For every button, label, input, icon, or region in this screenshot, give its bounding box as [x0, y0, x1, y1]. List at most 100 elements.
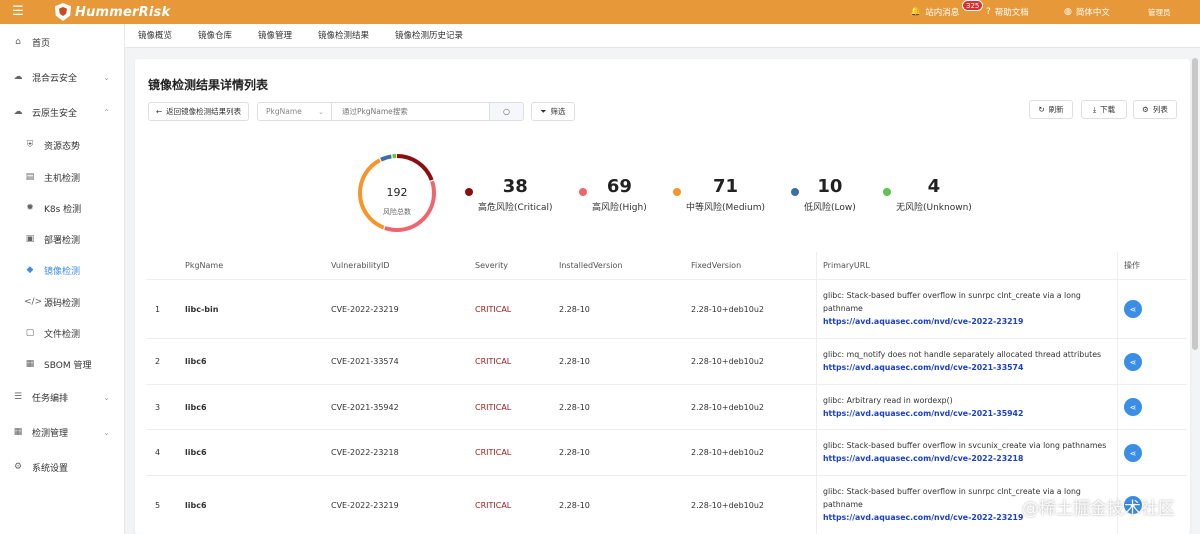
search-field-select[interactable]: PkgName ⌄	[257, 102, 332, 121]
sidebar-item-resource[interactable]: ⛨ 资源态势	[0, 131, 124, 159]
tab-image-results[interactable]: 镜像检测结果	[318, 24, 369, 48]
sidebar-item-hybrid-cloud[interactable]: ☁ 混合云安全 ⌄	[0, 63, 124, 91]
sidebar-item-label: 云原生安全	[32, 108, 78, 119]
table-row[interactable]: 4 libc6 CVE-2022-23218 CRITICAL 2.28-10 …	[147, 430, 1187, 476]
primary-url-link[interactable]: https://avd.aquasec.com/nvd/cve-2022-232…	[823, 315, 1023, 329]
stat-unknown: 4 无风险(Unknown)	[896, 176, 972, 213]
back-button[interactable]: ← 返回镜像检测结果列表	[148, 102, 249, 121]
table-row[interactable]: 3 libc6 CVE-2021-35942 CRITICAL 2.28-10 …	[147, 385, 1187, 430]
vuln-description: glibc: Stack-based buffer overflow in su…	[823, 291, 1081, 313]
sidebar-item-k8s[interactable]: ✹ K8s 检测	[0, 194, 124, 222]
chevron-down-icon: ⌄	[318, 107, 324, 116]
tab-image-overview[interactable]: 镜像概览	[138, 24, 172, 48]
sidebar-item-label: 源码检测	[44, 298, 81, 309]
pkg-name: libc6	[185, 357, 207, 366]
share-icon[interactable]: ⋖	[1124, 300, 1142, 318]
sidebar-item-sbom[interactable]: ▦ SBOM 管理	[0, 350, 124, 378]
installed-version: 2.28-10	[559, 500, 590, 510]
pkg-name: libc-bin	[185, 304, 219, 314]
vuln-description: glibc: Stack-based buffer overflow in sv…	[823, 441, 1107, 450]
sidebar-item-host[interactable]: ▤ 主机检测	[0, 163, 124, 191]
sidebar-item-cloud-native[interactable]: ☁ 云原生安全 ⌃	[0, 98, 124, 126]
pkg-name: libc6	[185, 500, 207, 510]
vertical-scrollbar[interactable]	[1192, 58, 1198, 350]
primary-url-link[interactable]: https://avd.aquasec.com/nvd/cve-2021-335…	[823, 361, 1023, 375]
search-icon: ○	[503, 107, 510, 116]
table-row[interactable]: 2 libc6 CVE-2021-33574 CRITICAL 2.28-10 …	[147, 339, 1187, 385]
stat-medium-value: 71	[712, 176, 739, 197]
stat-high: 69 高风险(High)	[592, 176, 647, 213]
share-icon[interactable]: ⋖	[1124, 444, 1142, 462]
sidebar-item-home[interactable]: ⌂ 首页	[0, 28, 124, 56]
column-header[interactable]: PkgName	[177, 252, 223, 280]
search-input[interactable]	[332, 102, 490, 121]
risk-total: 192	[386, 186, 408, 199]
stat-critical: 38 高危风险(Critical)	[478, 176, 553, 213]
column-header[interactable]: Severity	[467, 252, 508, 280]
hamburger-menu-icon[interactable]: ☰	[10, 4, 26, 20]
messages-link[interactable]: 🔔 站内消息	[910, 0, 959, 24]
sidebar-item-settings[interactable]: ⚙ 系统设置	[0, 453, 124, 481]
columns-label: 列表	[1152, 105, 1168, 114]
stat-unknown-value: 4	[927, 176, 941, 197]
help-link[interactable]: ? 帮助文档	[986, 0, 1029, 24]
share-icon[interactable]: ⋖	[1124, 353, 1142, 371]
columns-button[interactable]: ⚙ 列表	[1133, 100, 1177, 119]
column-header[interactable]: InstalledVersion	[551, 252, 623, 280]
search-button[interactable]: ○	[489, 102, 524, 121]
sidebar-item-label: 镜像检测	[44, 266, 81, 277]
tab-image-mgmt[interactable]: 镜像管理	[258, 24, 292, 48]
code-icon: </>	[24, 297, 43, 307]
app-logo[interactable]: HummerRisk	[55, 2, 170, 22]
download-icon: ⤓	[1092, 104, 1097, 114]
cloud-native-icon: ☁	[13, 107, 23, 117]
filter-button[interactable]: ⏷ 筛选	[531, 102, 575, 121]
fixed-version: 2.28-10+deb10u2	[691, 304, 764, 314]
tab-image-history[interactable]: 镜像检测历史记录	[395, 24, 463, 48]
sidebar-item-code[interactable]: </> 源码检测	[0, 288, 124, 316]
severity: CRITICAL	[475, 500, 512, 510]
cloud-icon: ☁	[13, 72, 23, 82]
table-header: PkgName VulnerabilityID Severity Install…	[147, 252, 1187, 280]
user-menu[interactable]: 管理员	[1148, 0, 1171, 24]
sidebar-item-detection-mgmt[interactable]: ▦ 检测管理 ⌄	[0, 418, 124, 446]
column-header[interactable]: FixedVersion	[683, 252, 741, 280]
sidebar-item-tasks[interactable]: ☰ 任务编排 ⌄	[0, 383, 124, 411]
severity: CRITICAL	[475, 357, 512, 366]
deploy-icon: ▣	[25, 234, 35, 244]
primary-url-cell: glibc: mq_notify does not handle separat…	[815, 339, 1113, 384]
column-header[interactable]: PrimaryURL	[815, 252, 870, 280]
sidebar-item-file[interactable]: ▢ 文件检测	[0, 319, 124, 347]
language-selector[interactable]: ◍ 简体中文	[1064, 0, 1110, 24]
low-dot	[791, 188, 799, 196]
primary-url-cell: glibc: Stack-based buffer overflow in su…	[815, 280, 1113, 338]
stat-low-value: 10	[817, 176, 843, 197]
logo-shield-icon	[55, 3, 71, 21]
fixed-version: 2.28-10+deb10u2	[691, 500, 764, 510]
stat-low: 10 低风险(Low)	[804, 176, 856, 213]
refresh-button[interactable]: ↻ 刷新	[1029, 100, 1073, 119]
primary-url-link[interactable]: https://avd.aquasec.com/nvd/cve-2022-232…	[823, 511, 1023, 525]
tab-image-repo[interactable]: 镜像仓库	[198, 24, 232, 48]
fixed-version: 2.28-10+deb10u2	[691, 357, 764, 366]
sidebar-item-deploy[interactable]: ▣ 部署检测	[0, 225, 124, 253]
pkg-name: libc6	[185, 448, 207, 457]
sidebar-item-label: SBOM 管理	[44, 360, 92, 371]
primary-url-link[interactable]: https://avd.aquasec.com/nvd/cve-2022-232…	[823, 452, 1023, 466]
bell-icon: 🔔	[910, 7, 922, 17]
app-brand: HummerRisk	[75, 4, 171, 20]
download-button[interactable]: ⤓ 下载	[1081, 100, 1127, 119]
server-icon: ▤	[25, 172, 35, 182]
sidebar-item-label: K8s 检测	[44, 204, 82, 215]
share-icon[interactable]: ⋖	[1124, 398, 1142, 416]
table-row[interactable]: 1 libc-bin CVE-2022-23219 CRITICAL 2.28-…	[147, 280, 1187, 339]
row-index: 5	[155, 500, 161, 510]
gear-icon: ⚙	[13, 462, 23, 472]
back-button-label: 返回镜像检测结果列表	[166, 107, 242, 116]
sidebar-item-image[interactable]: ◆ 镜像检测	[0, 256, 124, 284]
column-header[interactable]: VulnerabilityID	[323, 252, 390, 280]
sidebar-item-label: 检测管理	[32, 428, 69, 439]
chevron-up-icon: ⌃	[103, 107, 110, 117]
list-icon: ☰	[13, 392, 23, 402]
primary-url-link[interactable]: https://avd.aquasec.com/nvd/cve-2021-359…	[823, 407, 1023, 421]
